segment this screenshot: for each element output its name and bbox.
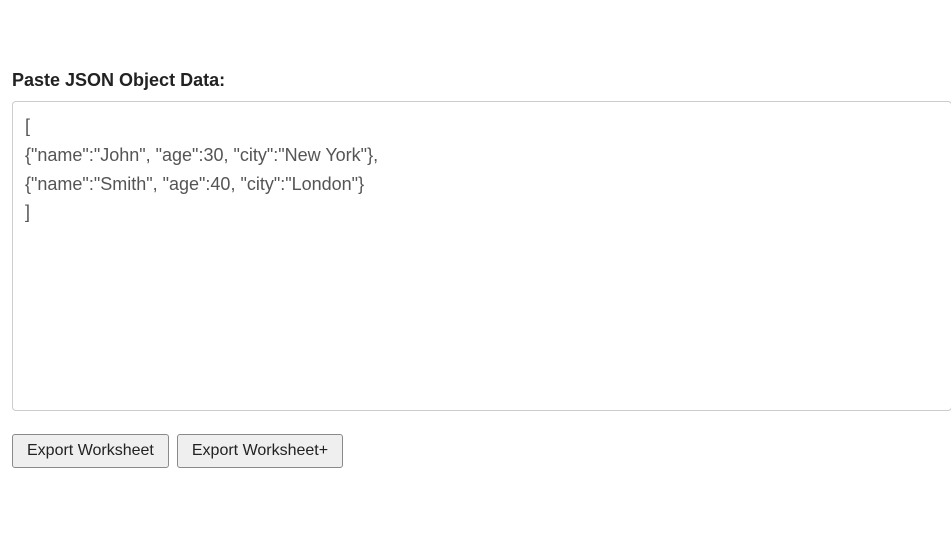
export-worksheet-plus-button[interactable]: Export Worksheet+	[177, 434, 343, 468]
section-heading: Paste JSON Object Data:	[12, 70, 951, 91]
export-worksheet-button[interactable]: Export Worksheet	[12, 434, 169, 468]
button-row: Export Worksheet Export Worksheet+	[12, 434, 951, 468]
json-input[interactable]	[12, 101, 951, 411]
main-container: Paste JSON Object Data: Export Worksheet…	[0, 0, 951, 468]
textarea-wrapper	[12, 101, 951, 416]
